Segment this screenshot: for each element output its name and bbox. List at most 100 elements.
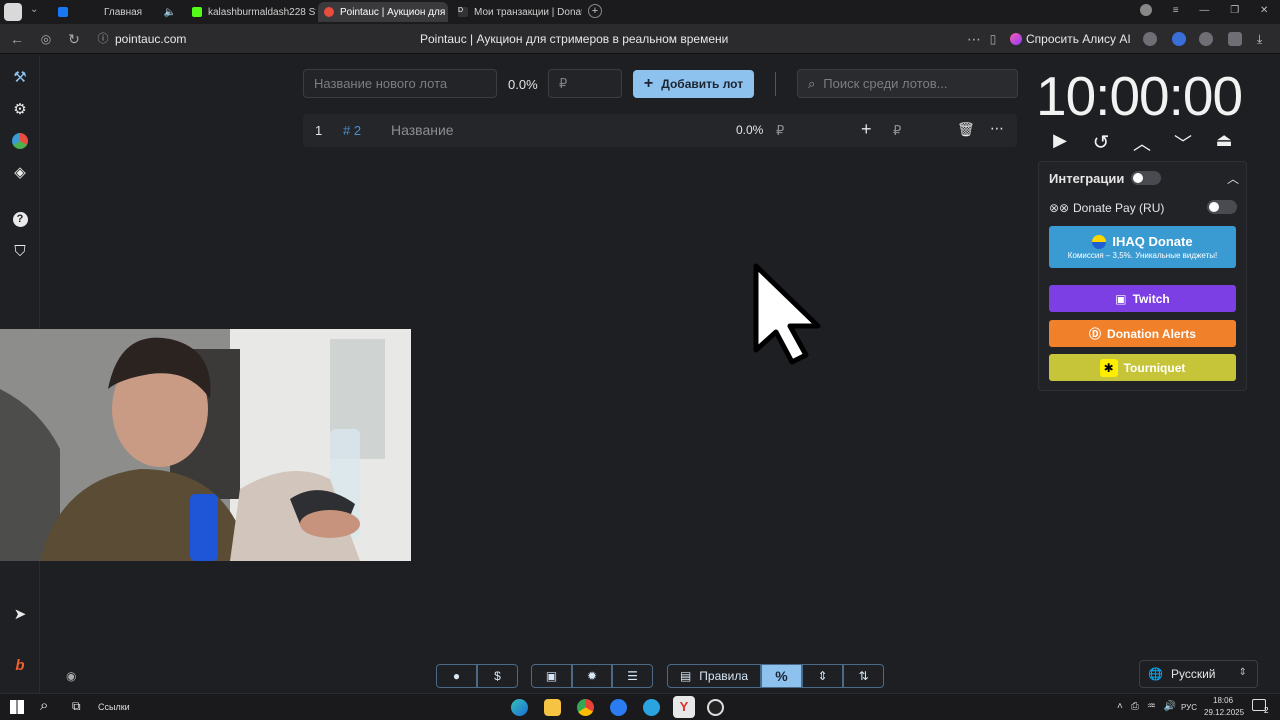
profile-icon[interactable] [1140, 4, 1152, 16]
collapse-icon[interactable]: ︿ [1227, 170, 1239, 187]
integrations-toggle[interactable] [1131, 171, 1161, 185]
input-language[interactable]: РУС [1181, 703, 1197, 712]
close-icon[interactable]: ✕ [445, 7, 448, 18]
lot-row[interactable]: 1 # 2 Название 0.0% ₽ + ₽ 🗑 ⋯ [303, 114, 1017, 147]
tab-home[interactable]: Главная 🔈 [52, 2, 182, 22]
new-tab-icon[interactable]: + [588, 4, 602, 18]
edge-icon[interactable] [511, 699, 528, 716]
lot-name-input[interactable]: Название нового лота [303, 69, 497, 98]
telegram-icon[interactable]: ➤ [10, 604, 30, 624]
plus-icon: + [643, 75, 654, 92]
help-icon[interactable]: ? [10, 209, 30, 229]
more-icon[interactable]: ⋯ [965, 30, 983, 48]
gear-icon[interactable]: ⚙ [10, 99, 30, 119]
donation-alerts-label: Donation Alerts [1107, 326, 1196, 341]
auction-hammer-icon[interactable]: ⚒ [10, 67, 30, 87]
search-icon[interactable]: ⌕ [40, 697, 48, 714]
increase-time-icon[interactable]: ︿ [1130, 130, 1154, 154]
sort-button[interactable]: ⇅ [843, 664, 884, 688]
menu-icon[interactable]: ≡ [1173, 5, 1179, 16]
clear-lots-button[interactable]: ☰ [612, 664, 653, 688]
telegram-app-icon[interactable] [643, 699, 660, 716]
layers-icon[interactable]: ◈ [10, 162, 30, 182]
reload-icon[interactable]: ↻ [65, 30, 83, 48]
lot-id: # 2 [343, 123, 362, 138]
cursor-icon [753, 263, 821, 365]
chrome-icon[interactable] [577, 699, 594, 716]
lot-name[interactable]: Название [391, 122, 454, 138]
media-icon[interactable] [1199, 32, 1213, 46]
donatepay-toggle[interactable] [1207, 200, 1237, 214]
donatepay-label: Donate Pay (RU) [1073, 201, 1165, 215]
bug-report-button[interactable]: ✹ [572, 664, 612, 688]
yandex-browser-icon[interactable]: Y [673, 696, 695, 718]
mute-icon[interactable]: 🔈 [158, 7, 176, 18]
compact-view-button[interactable]: ⇕ [802, 664, 843, 688]
url-field[interactable]: pointauc.com [115, 32, 186, 46]
chevron-down-icon[interactable]: ⌄ [30, 4, 38, 15]
extension-icon[interactable] [1172, 32, 1186, 46]
collections-icon[interactable] [1228, 32, 1242, 46]
add-lot-button[interactable]: + Добавить лот [633, 70, 754, 98]
tab-donate[interactable]: D Мои транзакции | Donate [452, 2, 582, 22]
back-icon[interactable]: ← [8, 30, 26, 48]
save-button[interactable]: ▣ [531, 664, 572, 688]
twitch-button[interactable]: ▣ Twitch [1049, 285, 1236, 312]
eye-icon[interactable]: ◉ [66, 669, 76, 683]
tab-label: Pointauc | Аукцион для [340, 6, 446, 18]
add-amount-icon[interactable]: + [861, 119, 872, 140]
tourniquet-icon: ✱ [1099, 358, 1118, 377]
donation-alerts-button[interactable]: Ⓓ Donation Alerts [1049, 320, 1236, 347]
donate-button[interactable]: $ [477, 664, 518, 688]
language-select[interactable]: 🌐 Русский ⇕ [1139, 660, 1258, 688]
clock-date[interactable]: 29.12.2025 [1204, 708, 1244, 717]
lot-search-input[interactable]: ⌕ Поиск среди лотов... [797, 69, 1018, 98]
dollar-icon: $ [494, 669, 501, 683]
shield-icon[interactable]: ◎ [37, 30, 55, 48]
notification-count: 2 [1264, 706, 1269, 715]
wheel-icon[interactable] [10, 131, 30, 151]
ihaq-donate-button[interactable]: IHAQ Donate Комиссия – 3,5%. Уникальные … [1049, 226, 1236, 268]
obs-icon[interactable] [707, 699, 724, 716]
save-icon: ▣ [545, 669, 558, 683]
downloads-icon[interactable]: ⤓ [1257, 32, 1271, 46]
tab-label: Главная [104, 6, 143, 18]
close-window-icon[interactable]: ✕ [1260, 5, 1268, 16]
translate-icon[interactable] [1143, 32, 1157, 46]
lot-percent: 0.0% [508, 77, 538, 92]
boosty-icon[interactable]: b [10, 655, 30, 675]
maximize-icon[interactable]: ❐ [1230, 5, 1239, 16]
percent-icon: % [775, 668, 788, 684]
more-options-icon[interactable]: ⋯ [990, 120, 1004, 137]
select-arrows-icon: ⇕ [1238, 667, 1247, 678]
window-controls: ≡ — ❐ ✕ [1140, 4, 1268, 16]
search-icon: ⌕ [808, 75, 816, 91]
bookmark-icon[interactable]: ▯ [984, 30, 1002, 48]
rules-button[interactable]: ▤ Правила [667, 664, 761, 688]
github-button[interactable]: ● [436, 664, 477, 688]
ask-alice-button[interactable]: Спросить Алису AI [1010, 30, 1131, 48]
shield-check-icon[interactable]: ⛉ [10, 241, 30, 261]
tab-label: Мои транзакции | Donate [474, 6, 582, 18]
lot-name-placeholder: Название нового лота [314, 76, 448, 91]
browser-menu-icon[interactable] [4, 3, 22, 21]
check-app-icon[interactable] [610, 699, 627, 716]
windows-start-icon[interactable] [10, 700, 24, 714]
task-view-icon[interactable]: ⧉ [72, 699, 81, 714]
decrease-time-icon[interactable]: ﹀ [1171, 130, 1195, 154]
tourniquet-button[interactable]: ✱ Tourniquet [1049, 354, 1236, 381]
site-info-icon[interactable]: ⓘ [94, 30, 112, 48]
compress-icon: ⇕ [817, 669, 828, 683]
reset-icon[interactable]: ↺ [1089, 130, 1113, 154]
tab-pointauc[interactable]: Pointauc | Аукцион для ✕ [318, 2, 448, 22]
minimize-icon[interactable]: — [1199, 5, 1209, 16]
play-icon[interactable]: ▶ [1048, 130, 1072, 152]
lot-amount-input[interactable]: ₽ [548, 69, 622, 98]
clock-time[interactable]: 18:06 [1213, 696, 1233, 705]
links-toolbar[interactable]: Ссылки [98, 702, 130, 712]
double-increase-icon[interactable]: ⏏ [1212, 130, 1236, 152]
folder-icon[interactable] [544, 699, 561, 716]
tab-kick[interactable]: kalashburmaldash228 Stre [186, 2, 316, 22]
percent-toggle-button[interactable]: % [761, 664, 802, 688]
trash-icon[interactable]: 🗑 [957, 121, 975, 138]
